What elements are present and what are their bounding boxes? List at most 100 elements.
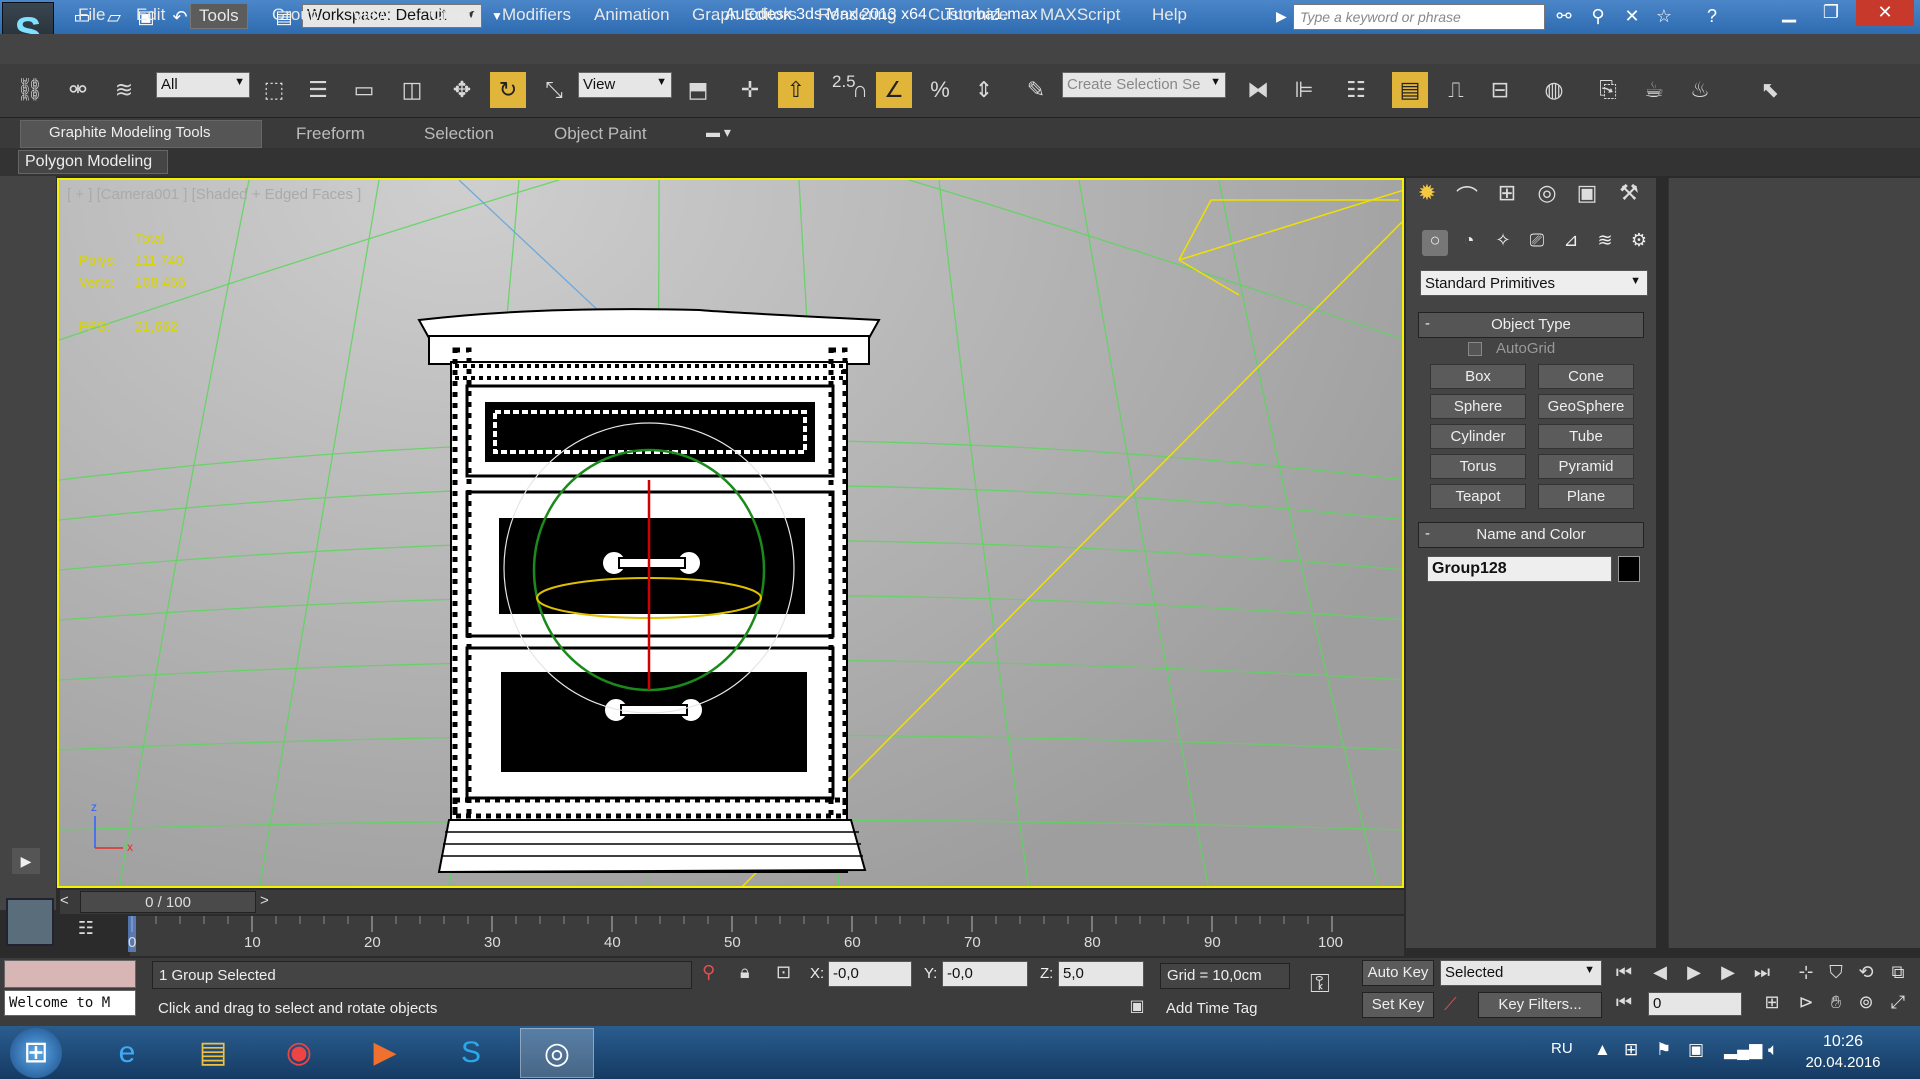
lights-category-icon[interactable]: ✧ bbox=[1490, 230, 1516, 256]
search-input[interactable]: Type a keyword or phrase bbox=[1293, 4, 1545, 30]
viewport-label[interactable]: [ + ] [Camera001 ] [Shaded + Edged Faces… bbox=[67, 186, 361, 203]
current-frame-field[interactable]: 0 bbox=[1648, 992, 1742, 1016]
rendered-frame-icon[interactable]: ☕ bbox=[1636, 72, 1672, 108]
key-filters-button[interactable]: Key Filters... bbox=[1478, 992, 1602, 1018]
x-coordinate-field[interactable]: -0,0 bbox=[828, 961, 912, 987]
pyramid-button[interactable]: Pyramid bbox=[1538, 454, 1634, 479]
select-object-icon[interactable]: ⬚ bbox=[256, 72, 292, 108]
menu-animation[interactable]: Animation bbox=[588, 5, 676, 25]
lock-selection-icon[interactable]: 🔒︎ bbox=[740, 962, 750, 983]
menu-group[interactable]: Group bbox=[266, 5, 325, 25]
geosphere-button[interactable]: GeoSphere bbox=[1538, 394, 1634, 419]
time-tag-icon[interactable]: ▣ bbox=[1124, 996, 1150, 1020]
network-signal-icon[interactable]: ▂▄▆ bbox=[1724, 1040, 1762, 1060]
bind-spacewarp-icon[interactable]: ≋ bbox=[106, 72, 142, 108]
add-time-tag-button[interactable]: Add Time Tag bbox=[1160, 997, 1290, 1021]
ribbon-options-icon[interactable]: ▬ ▾ bbox=[706, 124, 731, 141]
absolute-mode-icon[interactable]: ⊡ bbox=[776, 962, 791, 983]
teapot-button[interactable]: Teapot bbox=[1430, 484, 1526, 509]
play-icon[interactable]: ▶ bbox=[1680, 962, 1708, 988]
spacewarps-category-icon[interactable]: ≋ bbox=[1592, 230, 1618, 256]
communication-icon[interactable]: ✕ bbox=[1620, 6, 1644, 28]
menu-help[interactable]: Help bbox=[1146, 5, 1193, 25]
motion-tab-icon[interactable]: ◎ bbox=[1532, 180, 1562, 210]
media-player-icon[interactable]: ▶ bbox=[348, 1028, 422, 1078]
isolate-selection-icon[interactable]: ⚲ bbox=[702, 962, 715, 983]
clock-time[interactable]: 10:26 bbox=[1808, 1033, 1878, 1051]
select-move-icon[interactable]: ✥ bbox=[444, 72, 480, 108]
maximize-button[interactable]: ❐ bbox=[1810, 0, 1852, 26]
clock-date[interactable]: 20.04.2016 bbox=[1800, 1054, 1886, 1071]
select-by-name-icon[interactable]: ☰ bbox=[300, 72, 336, 108]
track-bar-toggle-icon[interactable]: ☷ bbox=[72, 918, 100, 944]
menu-customize[interactable]: Customize bbox=[922, 5, 1014, 25]
menu-tools[interactable]: Tools bbox=[190, 3, 248, 29]
maximize-viewport-icon[interactable]: ⧉ bbox=[1884, 962, 1912, 988]
name-color-rollout[interactable]: - Name and Color bbox=[1418, 522, 1644, 548]
create-tab-icon[interactable]: ✹ bbox=[1412, 180, 1442, 210]
autogrid-checkbox[interactable] bbox=[1468, 342, 1482, 356]
hierarchy-tab-icon[interactable]: ⊞ bbox=[1492, 180, 1522, 210]
angle-snap-icon[interactable]: ∠ bbox=[876, 72, 912, 108]
key-mode-toggle-icon[interactable]: ⏮ bbox=[1610, 992, 1638, 1018]
object-color-swatch[interactable] bbox=[1618, 556, 1640, 582]
language-indicator[interactable]: RU bbox=[1551, 1040, 1573, 1057]
close-button[interactable]: ✕ bbox=[1856, 0, 1914, 26]
menu-graph-editors[interactable]: Graph Editors bbox=[686, 5, 803, 25]
zoom-icon[interactable]: ⊹ bbox=[1792, 962, 1820, 988]
skype-icon[interactable]: S bbox=[434, 1028, 508, 1078]
menu-modifiers[interactable]: Modifiers bbox=[496, 5, 577, 25]
y-coordinate-field[interactable]: -0,0 bbox=[942, 961, 1028, 987]
maxscript-output[interactable] bbox=[4, 960, 136, 988]
next-frame-button[interactable]: > bbox=[260, 892, 269, 909]
schematic-view-icon[interactable]: ⊟ bbox=[1482, 72, 1518, 108]
key-mode-dropdown[interactable]: Selected ▼ bbox=[1440, 960, 1602, 986]
rect-selection-icon[interactable]: ▭ bbox=[346, 72, 382, 108]
plane-button[interactable]: Plane bbox=[1538, 484, 1634, 509]
3dsmax-taskbar-icon[interactable]: ◎ bbox=[520, 1028, 594, 1078]
curve-editor-icon[interactable]: ⎍ bbox=[1438, 72, 1474, 108]
internet-explorer-icon[interactable]: e bbox=[90, 1028, 164, 1078]
cameras-category-icon[interactable]: ⎚ bbox=[1524, 230, 1550, 256]
cone-button[interactable]: Cone bbox=[1538, 364, 1634, 389]
mini-listener-icon[interactable] bbox=[6, 898, 54, 946]
window-crossing-icon[interactable]: ◫ bbox=[394, 72, 430, 108]
start-button[interactable]: ⊞ bbox=[10, 1028, 62, 1078]
helpers-category-icon[interactable]: ⊿ bbox=[1558, 230, 1584, 256]
align-icon[interactable]: ⊫ bbox=[1286, 72, 1322, 108]
render-setup-icon[interactable]: ⎘ bbox=[1590, 72, 1626, 108]
prev-frame-button[interactable]: < bbox=[60, 892, 69, 909]
go-to-end-icon[interactable]: ⏭ bbox=[1748, 962, 1776, 988]
menu-file[interactable]: File bbox=[72, 5, 111, 25]
tab-object-paint[interactable]: Object Paint bbox=[554, 124, 647, 144]
spinner-snap-icon[interactable]: ⇕ bbox=[966, 72, 1002, 108]
z-coordinate-field[interactable]: 5,0 bbox=[1058, 961, 1144, 987]
undo-icon[interactable]: ↶ bbox=[168, 5, 192, 29]
time-slider[interactable]: 0 / 100 bbox=[80, 891, 256, 913]
menu-maxscript[interactable]: MAXScript bbox=[1034, 5, 1126, 25]
field-of-view-icon[interactable]: ⊳ bbox=[1792, 992, 1820, 1018]
tube-button[interactable]: Tube bbox=[1538, 424, 1634, 449]
render-production-icon[interactable]: ♨ bbox=[1682, 72, 1718, 108]
percent-snap-icon[interactable]: % bbox=[922, 72, 958, 108]
panel-polygon-modeling[interactable]: Polygon Modeling bbox=[18, 150, 168, 174]
menu-create[interactable]: Create bbox=[424, 5, 487, 25]
key-tangent-icon[interactable]: ⟋ bbox=[1444, 994, 1457, 1015]
select-tool-icon[interactable]: ⬉ bbox=[1752, 72, 1788, 108]
select-rotate-icon[interactable]: ↻ bbox=[490, 72, 526, 108]
utilities-tab-icon[interactable]: ⚒ bbox=[1614, 180, 1644, 210]
auto-key-button[interactable]: Auto Key bbox=[1362, 960, 1434, 986]
zoom-all-icon[interactable]: ⛉ bbox=[1822, 962, 1850, 988]
binoculars-icon[interactable]: ⚯ bbox=[1552, 6, 1576, 28]
primitive-category-dropdown[interactable]: Standard Primitives ▼ bbox=[1420, 270, 1648, 296]
graphite-toggle-icon[interactable]: ▤ bbox=[1392, 72, 1428, 108]
camera-viewport[interactable]: [ + ] [Camera001 ] [Shaded + Edged Faces… bbox=[57, 178, 1404, 888]
set-key-button[interactable]: Set Key bbox=[1362, 992, 1434, 1018]
object-type-rollout[interactable]: - Object Type bbox=[1418, 312, 1644, 338]
manipulate-icon[interactable]: ✛ bbox=[732, 72, 768, 108]
geometry-category-icon[interactable]: ○ bbox=[1422, 230, 1448, 256]
windows-flag-icon[interactable]: ⊞ bbox=[1624, 1040, 1638, 1060]
expand-arrow-icon[interactable]: ▶ bbox=[1276, 8, 1287, 25]
box-button[interactable]: Box bbox=[1430, 364, 1526, 389]
volume-icon[interactable]: 🔈︎ bbox=[1768, 1040, 1778, 1060]
